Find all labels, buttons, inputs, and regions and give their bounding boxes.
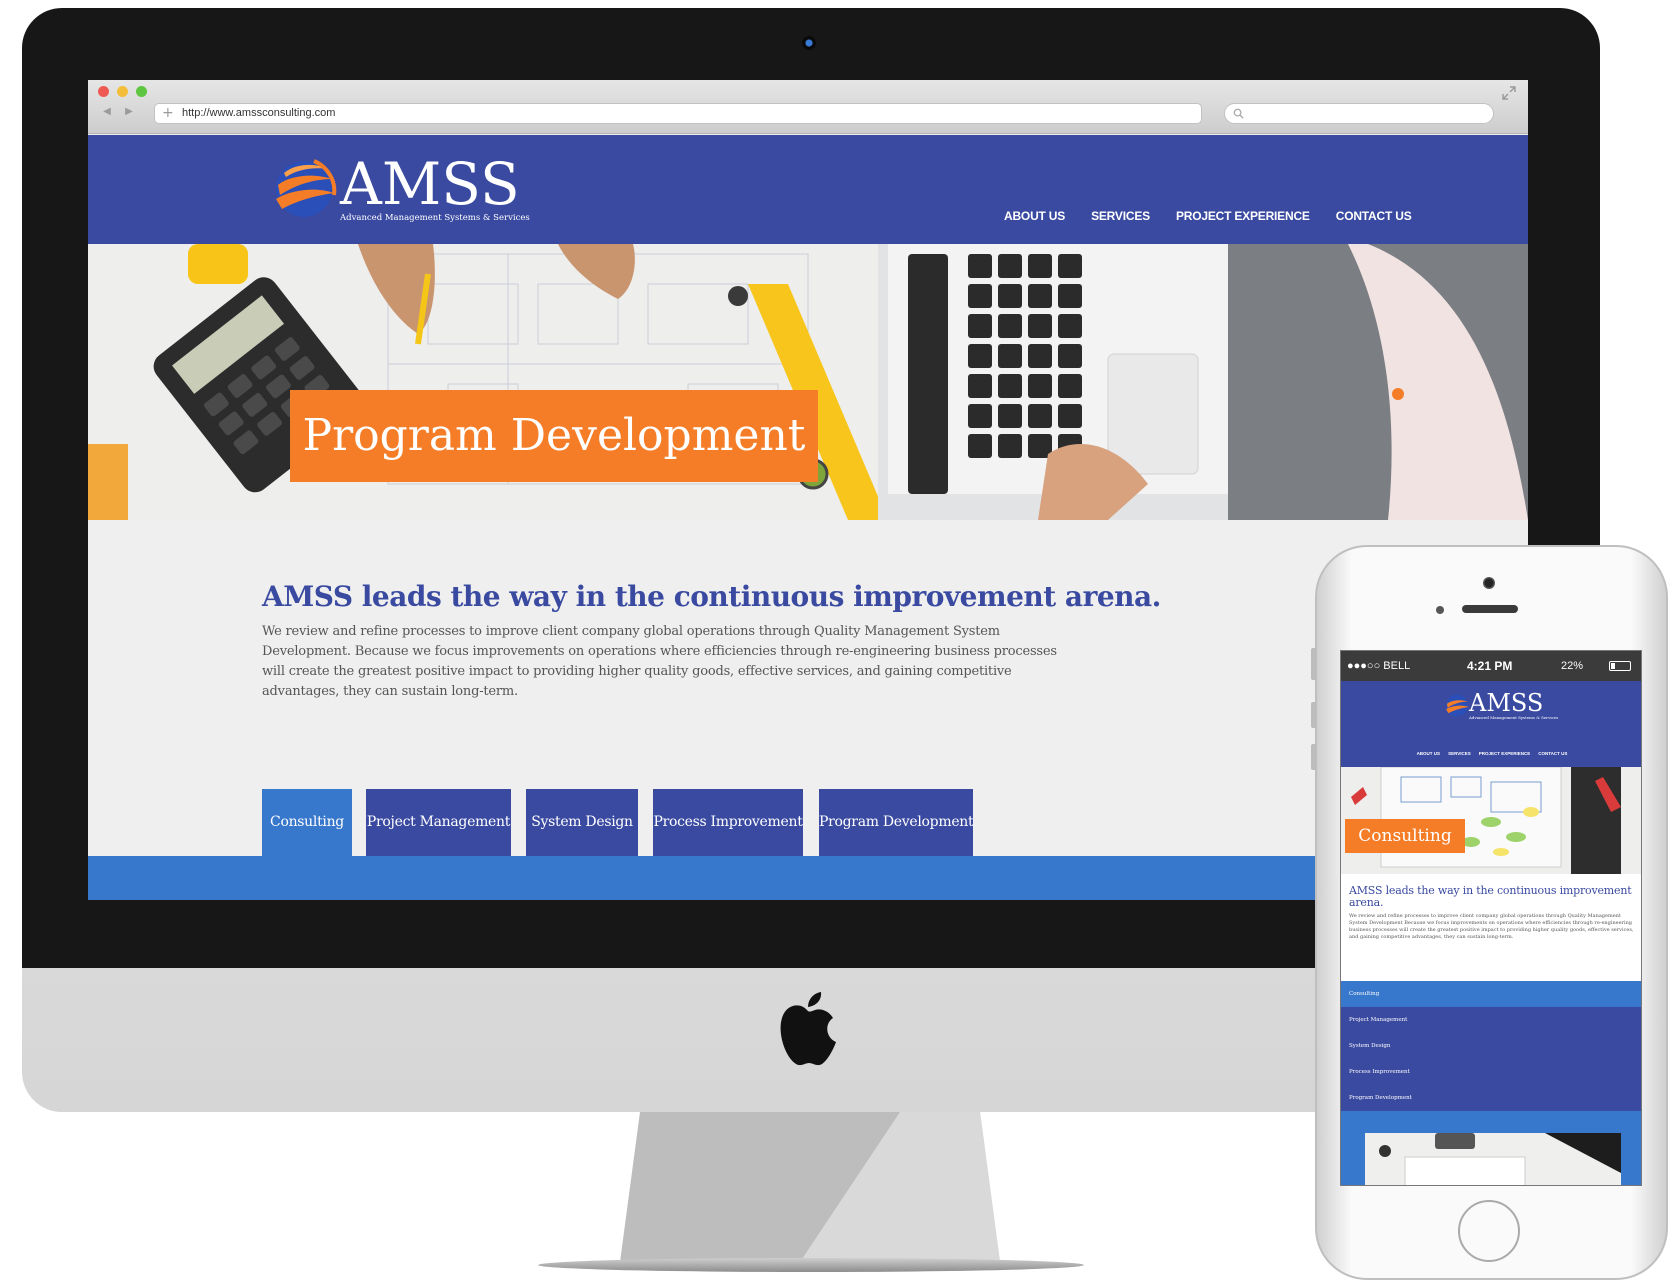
tab-process-improvement[interactable]: Process Improvement: [653, 789, 803, 856]
front-camera-icon: [1483, 577, 1495, 589]
nav-services[interactable]: SERVICES: [1091, 209, 1150, 229]
proximity-sensor: [1436, 606, 1444, 614]
imac-stand-base: [538, 1258, 1084, 1272]
intro-paragraph: We review and refine processes to improv…: [262, 624, 1057, 699]
mobile-content-photo: [1365, 1133, 1621, 1185]
browser-search-input[interactable]: [1224, 103, 1494, 124]
mobile-intro-section: AMSS leads the way in the continuous imp…: [1349, 885, 1635, 941]
battery-icon: [1609, 661, 1631, 671]
nav-about-us[interactable]: ABOUT US: [1004, 209, 1065, 229]
status-bar: ●●●○○ BELL 4:21 PM 22%: [1341, 651, 1641, 681]
back-arrow-icon[interactable]: ◀: [96, 103, 118, 121]
imac-stand: [620, 1112, 1000, 1262]
intro-section: AMSS leads the way in the continuous imp…: [262, 580, 1161, 702]
main-navigation: ABOUT US SERVICES PROJECT EXPERIENCE CON…: [1004, 209, 1412, 229]
mobile-hero-title-banner: Consulting: [1345, 819, 1465, 853]
desktop-screen: ◀ ▶ + http://www.amssconsulting.com AMSS…: [88, 80, 1528, 900]
mobile-service-tabs: Consulting Project Management System Des…: [1341, 981, 1641, 1111]
fullscreen-icon[interactable]: [1502, 86, 1516, 100]
address-url: http://www.amssconsulting.com: [182, 107, 336, 119]
apple-logo-icon: [780, 992, 836, 1066]
tab-program-development[interactable]: Program Development: [819, 789, 974, 856]
nav-project-experience[interactable]: PROJECT EXPERIENCE: [1176, 209, 1310, 229]
mobile-tab-system-design[interactable]: System Design: [1341, 1033, 1641, 1059]
minimize-window-button[interactable]: [117, 86, 128, 97]
mute-switch: [1311, 648, 1316, 680]
logo-tagline: Advanced Management Systems & Services: [340, 213, 530, 223]
plus-icon: +: [162, 105, 174, 121]
amss-logo[interactable]: AMSS Advanced Management Systems & Servi…: [268, 150, 530, 229]
volume-down-button: [1311, 744, 1316, 770]
nav-contact-us[interactable]: CONTACT US: [1336, 209, 1412, 229]
mobile-site-header: AMSS Advanced Management Systems & Servi…: [1341, 681, 1641, 767]
mobile-intro-heading: AMSS leads the way in the continuous imp…: [1349, 884, 1632, 909]
mobile-hero-title: Consulting: [1358, 826, 1452, 846]
maximize-window-button[interactable]: [136, 86, 147, 97]
mobile-content-image: [1365, 1133, 1621, 1185]
mobile-nav-services[interactable]: SERVICES: [1448, 751, 1471, 756]
mobile-hero-image: Consulting: [1341, 767, 1641, 874]
mobile-globe-logo-icon: [1446, 694, 1469, 717]
mobile-nav-about-us[interactable]: ABOUT US: [1417, 751, 1441, 756]
forward-arrow-icon[interactable]: ▶: [118, 103, 140, 121]
mobile-tab-consulting[interactable]: Consulting: [1341, 981, 1641, 1007]
mobile-navigation: ABOUT US SERVICES PROJECT EXPERIENCE CON…: [1341, 751, 1641, 756]
hero-title-banner: Program Development: [290, 390, 818, 482]
site-header: AMSS Advanced Management Systems & Servi…: [88, 135, 1528, 244]
mobile-screen: ●●●○○ BELL 4:21 PM 22% AMSS Advanced Man…: [1340, 650, 1642, 1186]
tab-consulting[interactable]: Consulting: [262, 789, 352, 856]
carrier-signal: ●●●○○ BELL: [1347, 660, 1411, 672]
mobile-nav-project-experience[interactable]: PROJECT EXPERIENCE: [1479, 751, 1531, 756]
mobile-tab-project-management[interactable]: Project Management: [1341, 1007, 1641, 1033]
mobile-tab-program-development[interactable]: Program Development: [1341, 1085, 1641, 1111]
earpiece-speaker: [1462, 605, 1518, 613]
intro-heading: AMSS leads the way in the continuous imp…: [262, 580, 1161, 613]
close-window-button[interactable]: [98, 86, 109, 97]
hero-title: Program Development: [302, 410, 806, 461]
logo-wordmark: AMSS: [340, 150, 520, 218]
browser-toolbar: ◀ ▶ + http://www.amssconsulting.com: [88, 80, 1528, 134]
globe-logo-icon: [276, 159, 337, 217]
mobile-amss-logo[interactable]: AMSS Advanced Management Systems & Servi…: [1443, 689, 1558, 723]
hero-banner-image: Program Development: [88, 244, 1528, 520]
tab-project-management[interactable]: Project Management: [366, 789, 511, 856]
tab-system-design[interactable]: System Design: [526, 789, 638, 856]
home-button[interactable]: [1458, 1200, 1520, 1262]
mobile-tab-content: [1341, 1111, 1641, 1185]
mobile-intro-paragraph: We review and refine processes to improv…: [1349, 913, 1634, 940]
camera-icon: [802, 36, 816, 50]
battery-percent: 22%: [1561, 660, 1584, 672]
address-bar[interactable]: + http://www.amssconsulting.com: [154, 103, 1202, 124]
mobile-logo-tagline: Advanced Management Systems & Services: [1469, 715, 1559, 720]
tab-content-strip: [88, 856, 1528, 900]
volume-up-button: [1311, 702, 1316, 728]
mobile-nav-contact-us[interactable]: CONTACT US: [1538, 751, 1567, 756]
mobile-tab-process-improvement[interactable]: Process Improvement: [1341, 1059, 1641, 1085]
search-icon: [1233, 108, 1244, 119]
mobile-logo-wordmark: AMSS: [1469, 689, 1544, 717]
status-time: 4:21 PM: [1467, 659, 1513, 673]
